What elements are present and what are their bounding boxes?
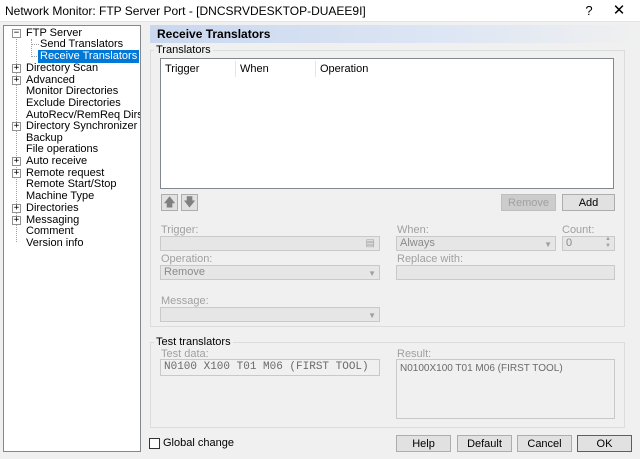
- operation-select[interactable]: Remove ▼: [160, 265, 380, 280]
- arrow-up-icon: 🡅: [163, 195, 176, 209]
- settings-tree[interactable]: − FTP Server Send Translators Receive Tr…: [3, 25, 141, 452]
- trigger-label: Trigger:: [161, 224, 199, 236]
- expand-auto-receive-icon[interactable]: +: [12, 157, 21, 166]
- tree-connector: [32, 44, 39, 45]
- panel-title: Receive Translators: [157, 27, 271, 41]
- count-label: Count:: [562, 224, 595, 236]
- ok-button[interactable]: OK: [577, 435, 632, 452]
- message-label: Message:: [161, 295, 209, 307]
- expand-messaging-icon[interactable]: +: [12, 216, 21, 225]
- expand-remote-request-icon[interactable]: +: [12, 169, 21, 178]
- test-translators-group-label: Test translators: [154, 336, 233, 348]
- chevron-down-icon: ▼: [544, 240, 552, 249]
- operation-label: Operation:: [161, 253, 213, 265]
- expand-directory-scan-icon[interactable]: +: [12, 64, 21, 73]
- expand-directory-synchronizer-icon[interactable]: +: [12, 122, 21, 131]
- global-change-checkbox[interactable]: [149, 438, 160, 449]
- tree-connector: [31, 39, 32, 57]
- when-label: When:: [397, 224, 429, 236]
- column-header-operation[interactable]: Operation: [316, 61, 613, 77]
- move-down-button[interactable]: 🡇: [181, 194, 198, 211]
- replace-with-label: Replace with:: [397, 253, 464, 265]
- collapse-ftp-server-icon[interactable]: −: [12, 29, 21, 38]
- column-header-when[interactable]: When: [236, 61, 316, 77]
- global-change-label[interactable]: Global change: [163, 437, 234, 449]
- when-value: Always: [400, 237, 435, 249]
- column-header-trigger[interactable]: Trigger: [161, 61, 236, 77]
- replace-with-field[interactable]: [396, 265, 615, 280]
- count-stepper[interactable]: 0 ▲ ▼: [562, 236, 615, 251]
- browse-icon[interactable]: ▤: [366, 237, 375, 250]
- help-title-button[interactable]: ?: [574, 0, 604, 22]
- title-bar: Network Monitor: FTP Server Port - [DNCS…: [0, 0, 640, 22]
- when-select[interactable]: Always ▼: [396, 236, 556, 251]
- operation-value: Remove: [164, 266, 205, 278]
- count-value: 0: [566, 237, 573, 249]
- chevron-down-icon: ▼: [368, 269, 376, 278]
- tree-item-version-info[interactable]: Version info: [26, 237, 83, 250]
- test-data-input[interactable]: N0100 X100 T01 M06 (FIRST TOOL): [160, 359, 380, 376]
- help-button[interactable]: Help: [396, 435, 451, 452]
- add-button[interactable]: Add: [562, 194, 615, 211]
- arrow-down-icon: 🡇: [183, 195, 196, 209]
- window-title: Network Monitor: FTP Server Port - [DNCS…: [5, 4, 366, 18]
- trigger-field[interactable]: ▤: [160, 236, 380, 251]
- close-button[interactable]: ✕: [604, 0, 634, 22]
- default-button[interactable]: Default: [457, 435, 512, 452]
- result-output: N0100X100 T01 M06 (FIRST TOOL): [396, 359, 615, 419]
- translators-group-label: Translators: [154, 44, 213, 56]
- expand-directories-icon[interactable]: +: [12, 204, 21, 213]
- remove-button[interactable]: Remove: [501, 194, 556, 211]
- cancel-button[interactable]: Cancel: [517, 435, 572, 452]
- message-select[interactable]: ▼: [160, 307, 380, 322]
- move-up-button[interactable]: 🡅: [161, 194, 178, 211]
- stepper-arrows-icon[interactable]: ▲ ▼: [605, 236, 611, 250]
- chevron-down-icon: ▼: [368, 311, 376, 320]
- translators-table[interactable]: Trigger When Operation: [160, 58, 614, 189]
- expand-advanced-icon[interactable]: +: [12, 76, 21, 85]
